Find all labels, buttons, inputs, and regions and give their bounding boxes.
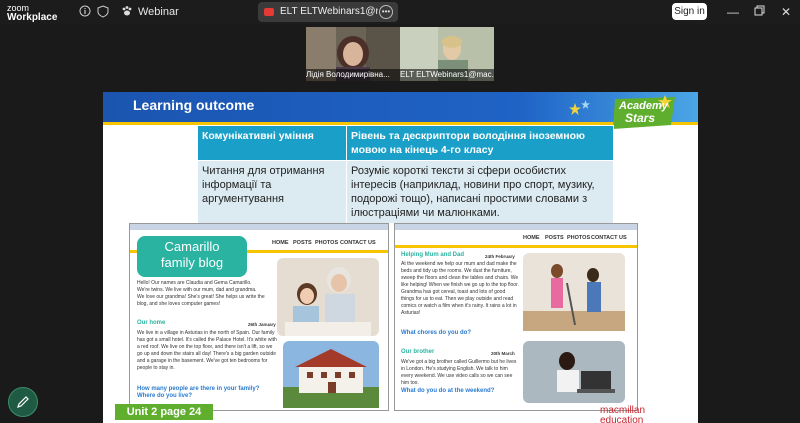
hotel-photo: [283, 341, 379, 408]
annotate-pen-button[interactable]: [8, 387, 38, 417]
publisher-line2: education: [600, 415, 644, 423]
pen-icon: [17, 396, 29, 408]
table-row: Читання для отримання інформації та аргу…: [197, 160, 614, 224]
unit-label: Unit 2 page 24: [115, 404, 213, 420]
publisher-logo: macmillan education: [600, 406, 645, 423]
video-label-2: ELT ELTWebinars1@mac...: [400, 69, 494, 81]
close-icon[interactable]: ✕: [781, 5, 791, 19]
table-cell: Читання для отримання інформації та аргу…: [197, 160, 347, 224]
paw-icon: [120, 5, 134, 19]
post-heading: Our brother: [401, 349, 435, 355]
more-icon[interactable]: •••: [379, 5, 393, 19]
table-header: Рівень та дескриптори володіння іноземно…: [346, 125, 614, 161]
page-toolbar: [130, 224, 388, 230]
blog-title-line2: family blog: [160, 255, 224, 270]
video-label-1: Лідія Володимирівна...: [306, 69, 400, 81]
logo-line2: Workplace: [7, 12, 58, 23]
post-body: We've got a big brother called Guillermo…: [401, 359, 517, 386]
post-question: What chores do you do?: [401, 330, 471, 336]
star-icon: [581, 96, 590, 114]
nav-posts: POSTS: [293, 240, 312, 246]
zoom-logo: zoom Workplace: [7, 3, 57, 23]
chores-photo: [523, 253, 625, 331]
share-status-icon: [264, 8, 274, 16]
info-icon[interactable]: [78, 5, 92, 19]
family-photo: [277, 258, 379, 336]
title-bar: zoom Workplace Webinar ELT ELTWebinars1@…: [0, 0, 800, 24]
post-body: We live in a village in Asturias in the …: [137, 330, 277, 371]
table-cell: Розуміє короткі тексти зі сфери особисти…: [346, 160, 614, 224]
outcome-table: Комунікативні уміння Рівень та дескрипто…: [197, 125, 614, 224]
shared-slide: Learning outcome Academy Stars Комунікат…: [103, 92, 698, 423]
left-book-page: HOME POSTS PHOTOS CONTACT US Camarillo f…: [129, 223, 389, 411]
post-question: How many people are there in your family…: [137, 386, 260, 399]
post-question: What do you do at the weekend?: [401, 388, 495, 394]
intro-text: Hello! Our names are Claudia and Gema Ca…: [137, 280, 265, 307]
video-tile-2[interactable]: ELT ELTWebinars1@mac...: [400, 27, 494, 81]
nav-posts: POSTS: [545, 235, 564, 241]
nav-home: HOME: [523, 235, 540, 241]
webinar-label: Webinar: [138, 6, 179, 18]
blog-title: Camarillo family blog: [137, 236, 247, 277]
academy-stars-logo: Academy Stars: [609, 95, 679, 133]
star-icon: [569, 102, 581, 120]
right-book-page: HOME POSTS PHOTOS CONTACT US Helping Mum…: [394, 223, 638, 411]
nav-contact: CONTACT US: [591, 235, 627, 241]
post-date: 24th February: [485, 254, 515, 259]
nav-photos: PHOTOS: [315, 240, 339, 246]
minimize-icon[interactable]: —: [727, 5, 739, 19]
video-call-photo: [523, 341, 625, 403]
post-date: 26th January: [248, 322, 276, 327]
post-heading: Helping Mum and Dad: [401, 252, 464, 258]
post-date: 20th March: [491, 351, 515, 356]
table-header: Комунікативні уміння: [197, 125, 347, 161]
screen-share-indicator[interactable]: ELT ELTWebinars1@macmilla •••: [258, 2, 398, 22]
share-text: ELT ELTWebinars1@macmilla: [280, 6, 378, 17]
video-tile-1[interactable]: Лідія Володимирівна...: [306, 27, 400, 81]
nav-stripe: [395, 245, 637, 248]
brand-line2: Stars: [625, 111, 656, 125]
slide-title: Learning outcome: [133, 97, 255, 113]
table-header-row: Комунікативні уміння Рівень та дескрипто…: [197, 125, 614, 161]
page-toolbar: [395, 224, 637, 230]
restore-icon[interactable]: [754, 5, 765, 19]
blog-title-line1: Camarillo: [164, 239, 220, 254]
post-heading: Our home: [137, 320, 166, 326]
sign-in-button[interactable]: Sign in: [672, 3, 707, 20]
shield-icon[interactable]: [96, 5, 110, 19]
nav-contact: CONTACT US: [340, 240, 376, 246]
nav-home: HOME: [272, 240, 289, 246]
post-body: At the weekend we help our mum and dad m…: [401, 261, 519, 316]
nav-photos: PHOTOS: [567, 235, 591, 241]
